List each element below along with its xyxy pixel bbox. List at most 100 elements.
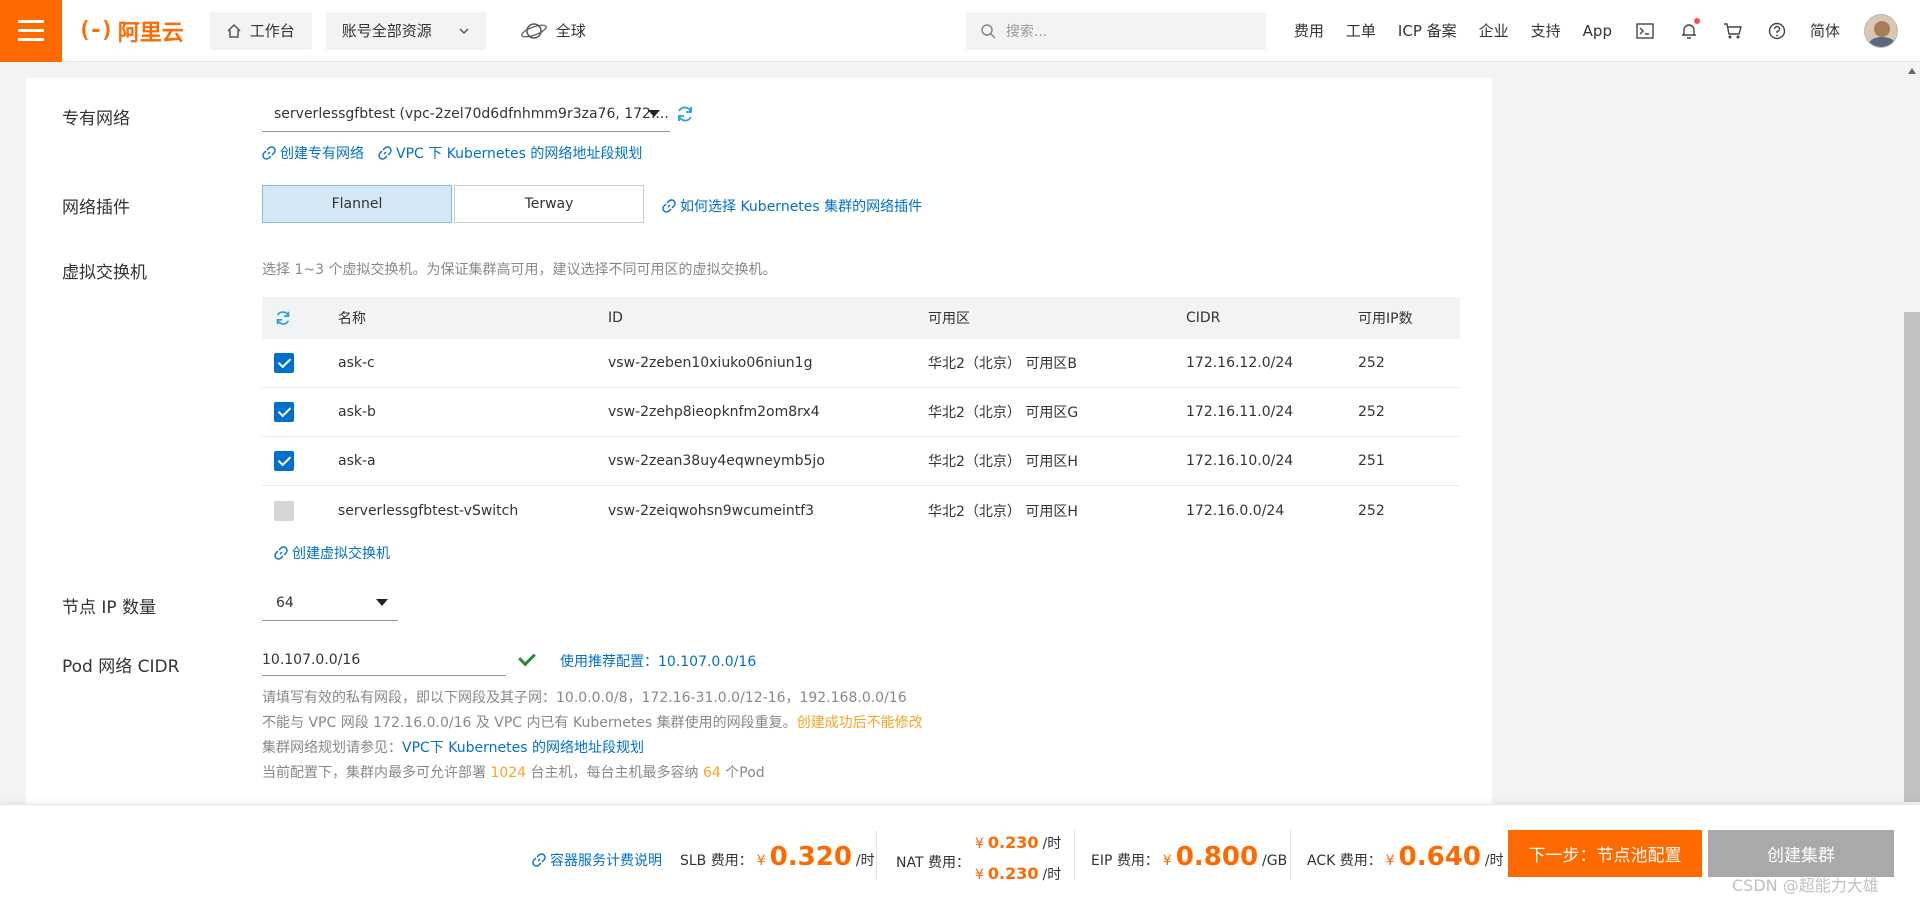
help-icon[interactable] — [1766, 20, 1788, 42]
create-vpc-link[interactable]: 创建专有网络 — [262, 143, 364, 163]
pricing-link[interactable]: 容器服务计费说明 — [532, 850, 662, 870]
nat-fee-value-1: 0.230 — [987, 833, 1039, 852]
pod-cidr-value: 10.107.0.0/16 — [262, 651, 361, 668]
language-switch[interactable]: 简体 — [1810, 20, 1840, 41]
vswitch-id: vsw-2zeiqwohsn9wcumeintf3 — [608, 502, 815, 519]
workbench-button[interactable]: 工作台 — [209, 11, 312, 50]
divider — [1074, 830, 1075, 880]
hamburger-menu-button[interactable] — [0, 0, 62, 62]
scroll-up-arrow[interactable] — [1908, 68, 1916, 74]
table-row[interactable]: serverlessgfbtest-vSwitch vsw-2zeiqwohsn… — [262, 486, 1460, 535]
max-pods: 64 — [703, 765, 721, 781]
caret-down-icon — [648, 110, 660, 117]
link-support[interactable]: 支持 — [1531, 20, 1561, 41]
bell-icon[interactable] — [1678, 17, 1700, 42]
vswitch-ips: 252 — [1358, 404, 1385, 420]
refresh-icon[interactable] — [675, 104, 695, 124]
cidr-notes: 请填写有效的私有网段，即以下网段及其子网：10.0.0.0/8，172.16-3… — [262, 686, 923, 786]
top-navigation-bar: (-) 阿里云 工作台 账号全部资源 全球 搜索... 费用 工单 ICP 备案… — [0, 0, 1920, 62]
notification-dot — [1693, 17, 1700, 24]
currency: ¥ — [756, 853, 766, 869]
slb-fee-label: SLB 费用： — [680, 853, 753, 869]
nat-fee-line2: ¥ 0.230 /时 — [975, 864, 1062, 883]
table-row[interactable]: ask-a vsw-2zean38uy4eqwneymb5jo 华北2（北京） … — [262, 437, 1460, 486]
row-checkbox[interactable] — [274, 353, 294, 373]
vswitch-cidr: 172.16.12.0/24 — [1186, 355, 1294, 371]
vswitch-id: vsw-2zehp8ieopknfm2om8rx4 — [608, 404, 820, 420]
ack-fee: ACK 费用： ¥ 0.640 /时 — [1307, 842, 1504, 872]
max-hosts: 1024 — [490, 765, 527, 781]
vswitch-hint: 选择 1~3 个虚拟交换机。为保证集群高可用，建议选择不同可用区的虚拟交换机。 — [262, 262, 777, 278]
ack-fee-value: 0.640 — [1398, 842, 1481, 872]
vpc-select[interactable]: serverlessgfbtest (vpc-2zel70d6dfnhmm9r3… — [262, 96, 670, 132]
row-checkbox-disabled — [274, 500, 294, 521]
pod-cidr-input[interactable]: 10.107.0.0/16 — [262, 644, 506, 676]
column-header-zone: 可用区 — [928, 311, 970, 327]
vswitch-ips: 252 — [1358, 355, 1385, 371]
link-enterprise[interactable]: 企业 — [1479, 20, 1509, 41]
vpc-planning-label: VPC 下 Kubernetes 的网络地址段规划 — [396, 146, 643, 162]
node-ip-select[interactable]: 64 — [262, 585, 398, 621]
create-vpc-label: 创建专有网络 — [280, 146, 364, 162]
vswitch-zone: 华北2（北京） 可用区B — [928, 356, 1077, 372]
slb-fee-value: 0.320 — [769, 842, 852, 872]
node-ip-label: 节点 IP 数量 — [62, 598, 157, 618]
link-icon — [532, 853, 546, 867]
terminal-icon[interactable] — [1634, 20, 1656, 42]
account-resources-dropdown[interactable]: 账号全部资源 — [325, 11, 486, 50]
table-refresh-cell — [262, 309, 338, 327]
vpc-planning-link[interactable]: VPC 下 Kubernetes 的网络地址段规划 — [378, 143, 642, 163]
plugin-option-flannel[interactable]: Flannel — [262, 185, 452, 223]
resources-label: 账号全部资源 — [341, 22, 432, 40]
create-cluster-button[interactable]: 创建集群 — [1708, 830, 1894, 877]
plugin-option-terway[interactable]: Terway — [454, 185, 644, 223]
table-row[interactable]: ask-b vsw-2zehp8ieopknfm2om8rx4 华北2（北京） … — [262, 388, 1460, 437]
divider — [876, 830, 877, 880]
globe-icon — [520, 22, 547, 39]
plugin-help-label: 如何选择 Kubernetes 集群的网络插件 — [680, 199, 923, 215]
vpc-planning-doc-link[interactable]: VPC下 Kubernetes 的网络地址段规划 — [402, 740, 644, 756]
row-checkbox[interactable] — [274, 402, 294, 422]
table-row[interactable]: ask-c vsw-2zeben10xiuko06niun1g 华北2（北京） … — [262, 339, 1460, 388]
workbench-label: 工作台 — [249, 22, 295, 40]
region-selector[interactable]: 全球 — [520, 20, 586, 42]
nat-fee-label: NAT 费用： — [896, 855, 970, 871]
link-icon — [274, 546, 288, 560]
home-icon — [227, 23, 241, 38]
chevron-down-icon — [459, 27, 469, 34]
vswitch-name: ask-b — [338, 404, 376, 420]
link-tickets[interactable]: 工单 — [1346, 20, 1376, 41]
link-app[interactable]: App — [1583, 22, 1612, 40]
aliyun-logo-icon: (-) — [78, 18, 114, 43]
pricing-link-label: 容器服务计费说明 — [550, 853, 662, 869]
aliyun-logo[interactable]: (-) 阿里云 — [78, 15, 184, 47]
cart-icon[interactable] — [1722, 20, 1744, 42]
node-ip-value: 64 — [276, 594, 294, 611]
vswitch-table: 名称 ID 可用区 CIDR 可用IP数 ask-c vsw-2zeben10x… — [262, 297, 1460, 535]
search-input[interactable]: 搜索... — [965, 11, 1266, 50]
vswitch-id: vsw-2zeben10xiuko06niun1g — [608, 355, 813, 371]
vswitch-cidr: 172.16.11.0/24 — [1186, 404, 1294, 420]
caret-down-icon — [376, 599, 388, 606]
eip-fee-value: 0.800 — [1175, 842, 1259, 872]
column-header-name: 名称 — [338, 311, 366, 327]
eip-fee-label: EIP 费用： — [1091, 853, 1159, 869]
link-icp[interactable]: ICP 备案 — [1398, 20, 1457, 41]
slb-fee-unit: /时 — [855, 853, 875, 869]
use-recommended-link[interactable]: 使用推荐配置：10.107.0.0/16 — [560, 651, 756, 671]
plugin-help-link[interactable]: 如何选择 Kubernetes 集群的网络插件 — [662, 196, 922, 216]
logo-text: 阿里云 — [117, 20, 184, 46]
link-fees[interactable]: 费用 — [1294, 20, 1324, 41]
scrollbar-thumb[interactable] — [1904, 312, 1920, 802]
vswitch-zone: 华北2（北京） 可用区H — [928, 454, 1078, 470]
create-vswitch-link[interactable]: 创建虚拟交换机 — [274, 543, 390, 563]
refresh-icon[interactable] — [274, 309, 292, 327]
avatar[interactable] — [1864, 13, 1898, 48]
top-links: 费用 工单 ICP 备案 企业 支持 App 简体 — [1294, 13, 1920, 48]
pod-cidr-label: Pod 网络 CIDR — [62, 657, 180, 677]
vpc-select-value: serverlessgfbtest (vpc-2zel70d6dfnhmm9r3… — [274, 105, 669, 122]
next-node-pool-button[interactable]: 下一步：节点池配置 — [1508, 830, 1702, 877]
divider — [1290, 830, 1291, 880]
link-icon — [662, 199, 676, 213]
row-checkbox[interactable] — [274, 451, 294, 471]
